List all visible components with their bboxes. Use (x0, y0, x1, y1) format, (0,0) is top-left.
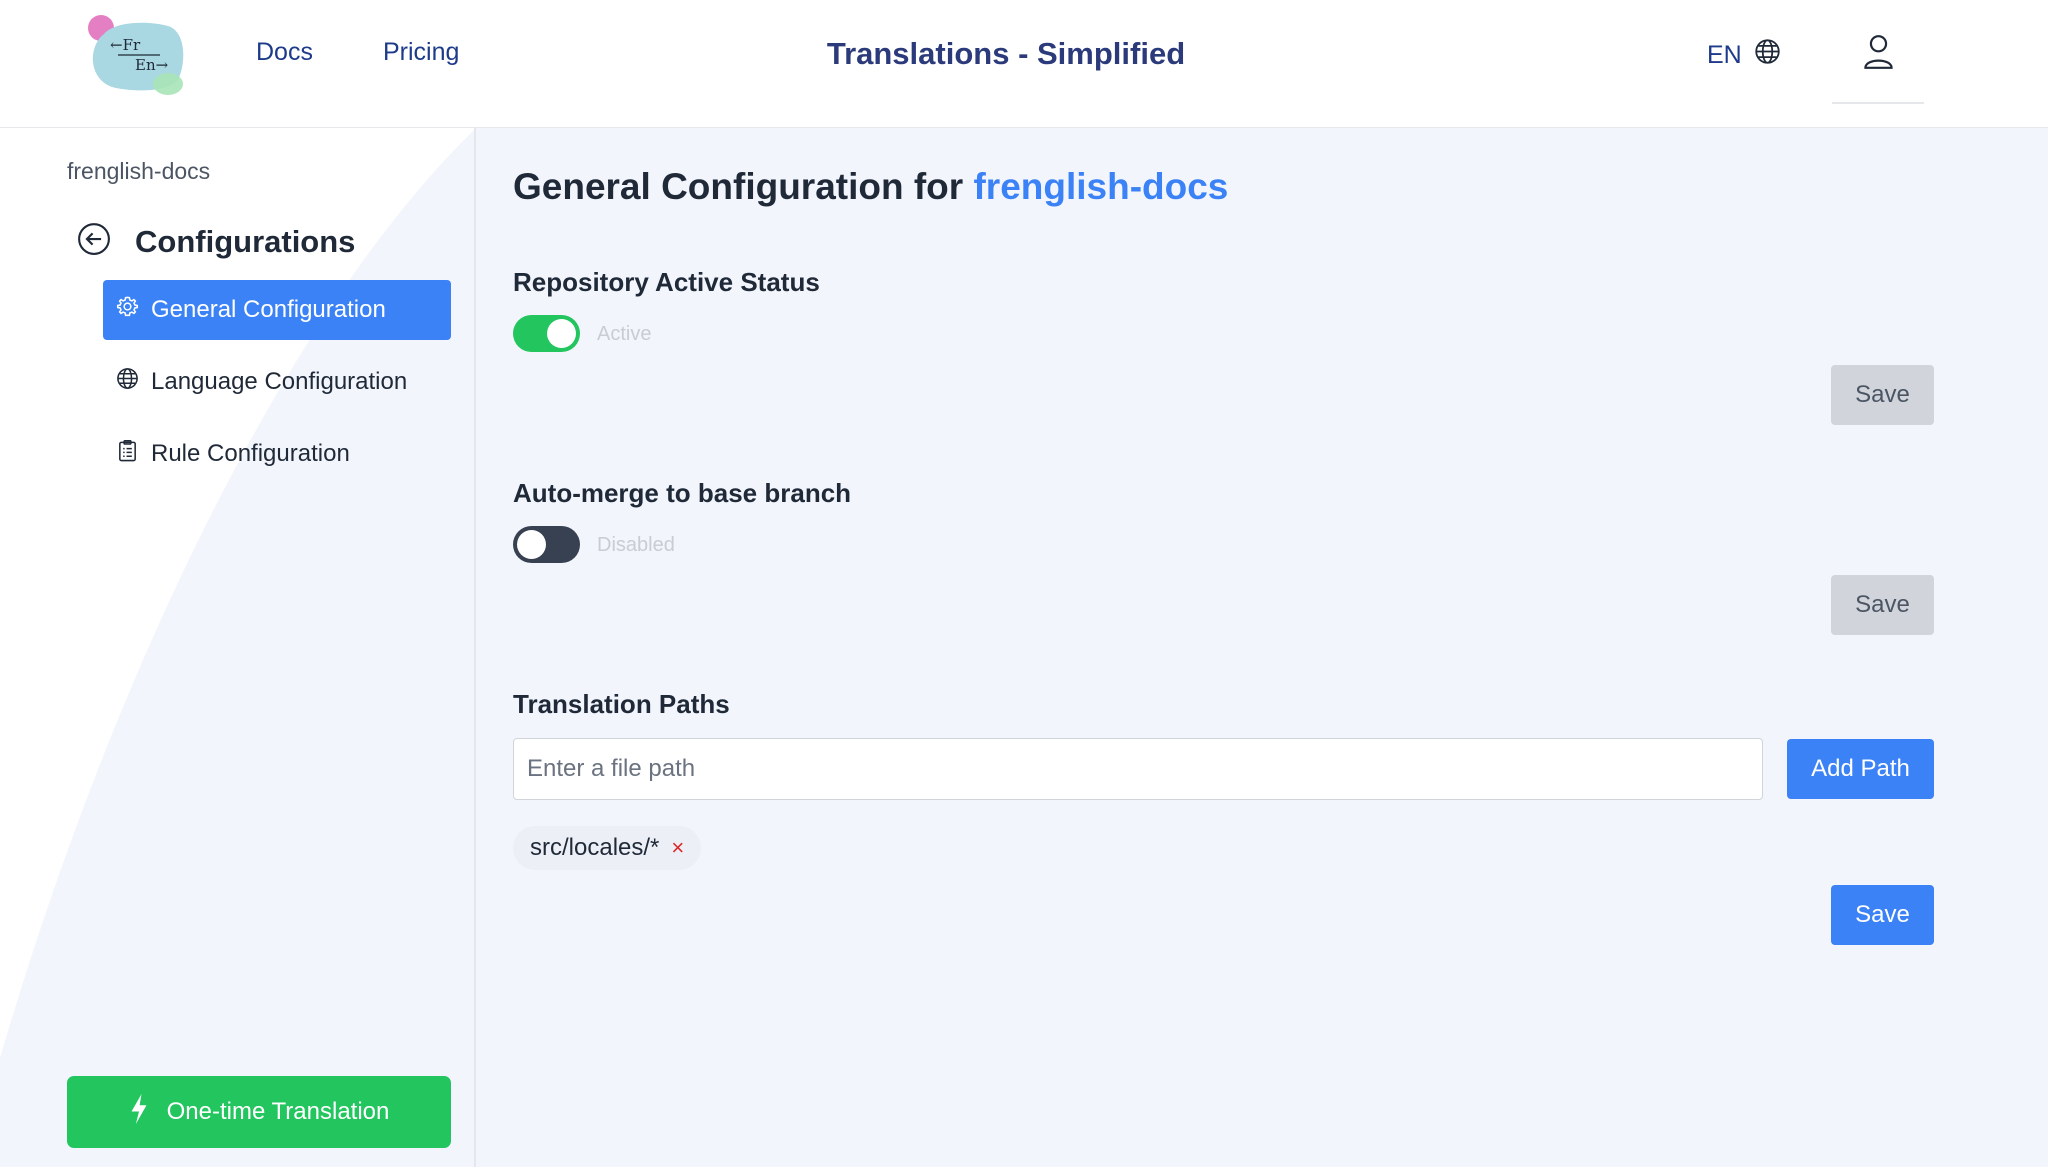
page-title-prefix: General Configuration for (513, 166, 964, 207)
top-header: ←Fr En→ Docs Pricing Translations - Simp… (0, 0, 2048, 128)
language-selector[interactable]: EN (1707, 38, 1781, 72)
configurations-title: Configurations (135, 223, 356, 259)
sidebar-item-label: Language Configuration (151, 368, 408, 395)
language-code: EN (1707, 40, 1742, 69)
lightning-icon (129, 1093, 149, 1131)
sidebar-item-rule-configuration[interactable]: Rule Configuration (103, 424, 451, 484)
one-time-translation-label: One-time Translation (166, 1098, 390, 1125)
toggle-knob (547, 319, 576, 348)
add-path-button[interactable]: Add Path (1787, 739, 1934, 799)
translation-paths-label: Translation Paths (513, 689, 730, 719)
gear-icon (116, 295, 139, 325)
save-translation-paths-button[interactable]: Save (1831, 885, 1934, 945)
sidebar: frenglish-docs Configurations General Co… (0, 128, 476, 1167)
path-chip-label: src/locales/* (530, 834, 660, 861)
auto-merge-toggle[interactable] (513, 526, 580, 563)
configurations-header: Configurations (77, 222, 355, 261)
sidebar-item-label: General Configuration (151, 296, 386, 323)
page-title-repo-link[interactable]: frenglish-docs (973, 166, 1228, 207)
active-status-toggle[interactable] (513, 315, 580, 352)
user-icon (1862, 34, 1895, 75)
main-content: General Configuration for frenglish-docs… (476, 128, 2048, 1167)
arrow-left-circle-icon[interactable] (77, 222, 111, 261)
save-auto-merge-button[interactable]: Save (1831, 575, 1934, 635)
auto-merge-label: Auto-merge to base branch (513, 478, 852, 508)
account-button[interactable] (1832, 24, 1924, 104)
file-path-input[interactable] (513, 738, 1763, 800)
globe-icon (1754, 38, 1781, 72)
path-chip: src/locales/* × (513, 826, 702, 870)
globe-icon (116, 367, 139, 397)
auto-merge-state-text: Disabled (597, 534, 675, 556)
toggle-knob (517, 530, 546, 559)
clipboard-list-icon (116, 439, 139, 469)
page-title: General Configuration for frenglish-docs (513, 166, 1228, 208)
active-status-label: Repository Active Status (513, 267, 820, 297)
remove-path-icon[interactable]: × (671, 835, 684, 861)
one-time-translation-button[interactable]: One-time Translation (67, 1076, 451, 1148)
sidebar-item-language-configuration[interactable]: Language Configuration (103, 352, 451, 412)
save-active-status-button[interactable]: Save (1831, 365, 1934, 425)
sidebar-item-general-configuration[interactable]: General Configuration (103, 280, 451, 340)
active-status-state-text: Active (597, 323, 652, 345)
sidebar-repo-name: frenglish-docs (67, 158, 211, 184)
sidebar-item-label: Rule Configuration (151, 440, 350, 467)
